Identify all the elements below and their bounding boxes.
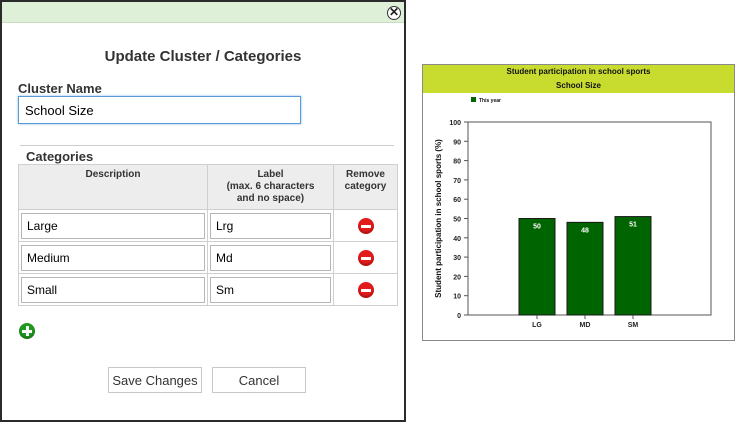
dialog-top-bar: ✕ <box>2 2 404 23</box>
table-row <box>18 209 398 242</box>
save-changes-button[interactable]: Save Changes <box>108 367 202 393</box>
y-tick-label: 30 <box>453 255 461 262</box>
label-cell <box>207 241 334 274</box>
y-tick-label: 60 <box>453 197 461 204</box>
cancel-button[interactable]: Cancel <box>212 367 306 393</box>
description-cell <box>18 241 208 274</box>
description-cell <box>18 209 208 242</box>
legend-label: This year <box>479 98 501 104</box>
description-input[interactable] <box>21 244 205 271</box>
column-header-label: Label (max. 6 characters and no space) <box>207 164 334 210</box>
remove-icon[interactable] <box>357 281 374 298</box>
x-tick-label: SM <box>628 322 639 329</box>
bar-data-label: 50 <box>533 224 541 231</box>
bar <box>614 216 652 316</box>
table-row <box>18 273 398 306</box>
remove-cell <box>333 241 398 274</box>
bar <box>518 218 556 316</box>
y-axis-label: Student participation in school sports (… <box>434 139 443 298</box>
remove-icon[interactable] <box>357 217 374 234</box>
remove-cell <box>333 209 398 242</box>
y-tick-label: 20 <box>453 274 461 281</box>
y-tick-label: 100 <box>449 120 461 127</box>
chart-plot: 0 10 20 30 40 50 60 70 80 90 100 Student participat… <box>434 97 712 329</box>
close-icon[interactable]: ✕ <box>387 6 401 20</box>
x-tick-label: LG <box>532 322 542 329</box>
description-input[interactable] <box>21 212 205 239</box>
label-input[interactable] <box>210 212 331 239</box>
y-tick-label: 70 <box>453 178 461 185</box>
y-tick-label: 90 <box>453 139 461 146</box>
label-cell <box>207 209 334 242</box>
y-tick-label: 10 <box>453 294 461 301</box>
cluster-name-label: Cluster Name <box>18 81 102 96</box>
dialog-title: Update Cluster / Categories <box>104 48 302 65</box>
label-input[interactable] <box>210 276 331 303</box>
legend-swatch <box>471 97 476 102</box>
remove-icon[interactable] <box>357 249 374 266</box>
label-cell <box>207 273 334 306</box>
description-input[interactable] <box>21 276 205 303</box>
remove-cell <box>333 273 398 306</box>
bar-data-label: 51 <box>629 222 637 229</box>
column-header-description: Description <box>18 164 208 210</box>
table-row <box>18 241 398 274</box>
add-category-icon[interactable] <box>19 323 35 339</box>
x-tick-label: MD <box>580 322 591 329</box>
column-header-remove: Remove category <box>333 164 398 210</box>
description-cell <box>18 273 208 306</box>
categories-heading: Categories <box>20 145 394 164</box>
bar <box>566 221 604 316</box>
categories-table: Description Label (max. 6 characters and… <box>18 164 398 306</box>
update-cluster-dialog: ✕ Update Cluster / Categories Cluster Na… <box>0 0 406 422</box>
bar-data-label: 48 <box>581 227 589 234</box>
cluster-name-input[interactable] <box>18 96 301 124</box>
participation-chart: Student participation in school sports S… <box>422 64 735 341</box>
label-input[interactable] <box>210 244 331 271</box>
y-tick-label: 40 <box>453 236 461 243</box>
y-tick-label: 50 <box>453 217 461 224</box>
y-tick-label: 0 <box>457 313 461 320</box>
y-tick-label: 80 <box>453 159 461 166</box>
